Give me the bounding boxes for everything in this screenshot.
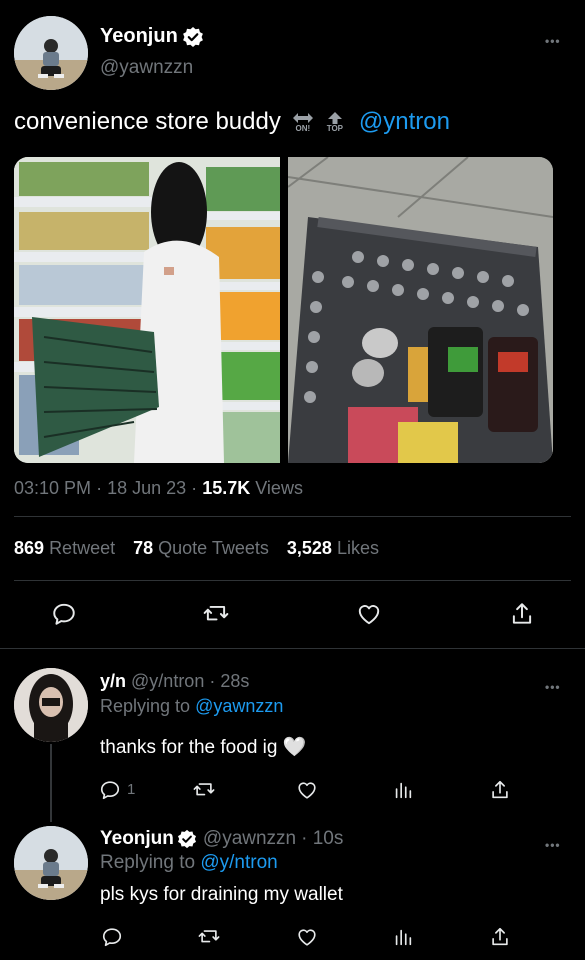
tweet-text: convenience store buddy — [14, 108, 281, 135]
thread-line — [50, 744, 52, 822]
retweet-icon[interactable] — [195, 925, 223, 949]
replying-to-link[interactable]: @y/ntron — [200, 852, 277, 873]
reply-icon[interactable] — [100, 925, 124, 949]
tweet-stats: 869 Retweet 78 Quote Tweets 3,528 Likes — [14, 538, 379, 559]
retweet-icon[interactable] — [190, 778, 218, 802]
reply-author-handle[interactable]: @y/ntron — [131, 671, 204, 691]
reply-author-name[interactable]: y/n — [100, 671, 126, 691]
tweet-meta: 03:10 PM · 18 Jun 23 · 15.7K Views — [14, 478, 303, 498]
reply-author-handle[interactable]: @yawnzzn — [203, 828, 296, 850]
mention-link[interactable]: @yntron — [359, 108, 450, 136]
retweets-stat[interactable]: 869 Retweet — [14, 538, 115, 559]
verified-badge-icon — [177, 829, 196, 849]
divider — [14, 580, 571, 581]
like-icon[interactable] — [294, 925, 320, 949]
top-emoji: TOP — [323, 111, 347, 133]
reply-count: 1 — [127, 781, 136, 798]
replying-to-link[interactable]: @yawnzzn — [195, 696, 283, 716]
divider — [14, 516, 571, 517]
author-name[interactable]: Yeonjun — [100, 25, 178, 48]
replying-to-line: Replying to @y/ntron — [100, 852, 278, 873]
up-arrow-icon — [327, 111, 342, 124]
more-options-icon[interactable]: ••• — [545, 35, 561, 47]
tweet-time: 03:10 PM — [14, 478, 92, 498]
media-image-2[interactable] — [288, 157, 553, 463]
author-avatar[interactable] — [14, 16, 88, 90]
reply-header: y/n @y/ntron · 28s — [100, 671, 249, 692]
more-options-icon[interactable]: ••• — [545, 681, 561, 693]
replying-to-line: Replying to @yawnzzn — [100, 696, 284, 716]
views-count: 15.7K — [202, 478, 251, 498]
like-icon[interactable] — [294, 778, 320, 802]
retweet-icon[interactable] — [200, 600, 232, 628]
media-image-1[interactable] — [14, 157, 280, 463]
reply-age: · 28s — [209, 671, 250, 691]
share-icon[interactable] — [488, 778, 512, 802]
reply-age: · 10s — [301, 828, 344, 849]
reply-icon[interactable] — [98, 778, 122, 802]
reply-text: thanks for the food ig 🤍 — [100, 737, 307, 758]
tweet-text-row: convenience store buddy ON! TOP @yntron — [14, 108, 450, 136]
reply-avatar[interactable] — [14, 668, 88, 742]
reply-text: pls kys for draining my wallet — [100, 884, 343, 905]
like-icon[interactable] — [354, 600, 384, 628]
likes-stat[interactable]: 3,528 Likes — [287, 538, 379, 559]
reply-avatar[interactable] — [14, 826, 88, 900]
quotes-stat[interactable]: 78 Quote Tweets — [133, 538, 269, 559]
reply-icon[interactable] — [50, 600, 78, 628]
author-handle[interactable]: @yawnzzn — [100, 57, 193, 79]
more-options-icon[interactable]: ••• — [545, 839, 561, 851]
reply-header: Yeonjun @yawnzzn · 10s — [100, 828, 343, 850]
tweet-date: 18 Jun 23 — [107, 478, 187, 498]
left-right-arrow-icon — [292, 112, 313, 123]
share-icon[interactable] — [488, 925, 512, 949]
author-name-row[interactable]: Yeonjun — [100, 25, 204, 48]
analytics-icon[interactable] — [391, 925, 415, 949]
reply-author-name[interactable]: Yeonjun — [100, 828, 174, 850]
analytics-icon[interactable] — [391, 778, 415, 802]
share-icon[interactable] — [508, 600, 536, 628]
views-label: Views — [255, 478, 303, 498]
divider — [0, 648, 585, 649]
on-emoji: ON! — [291, 112, 315, 133]
verified-badge-icon — [182, 26, 203, 47]
